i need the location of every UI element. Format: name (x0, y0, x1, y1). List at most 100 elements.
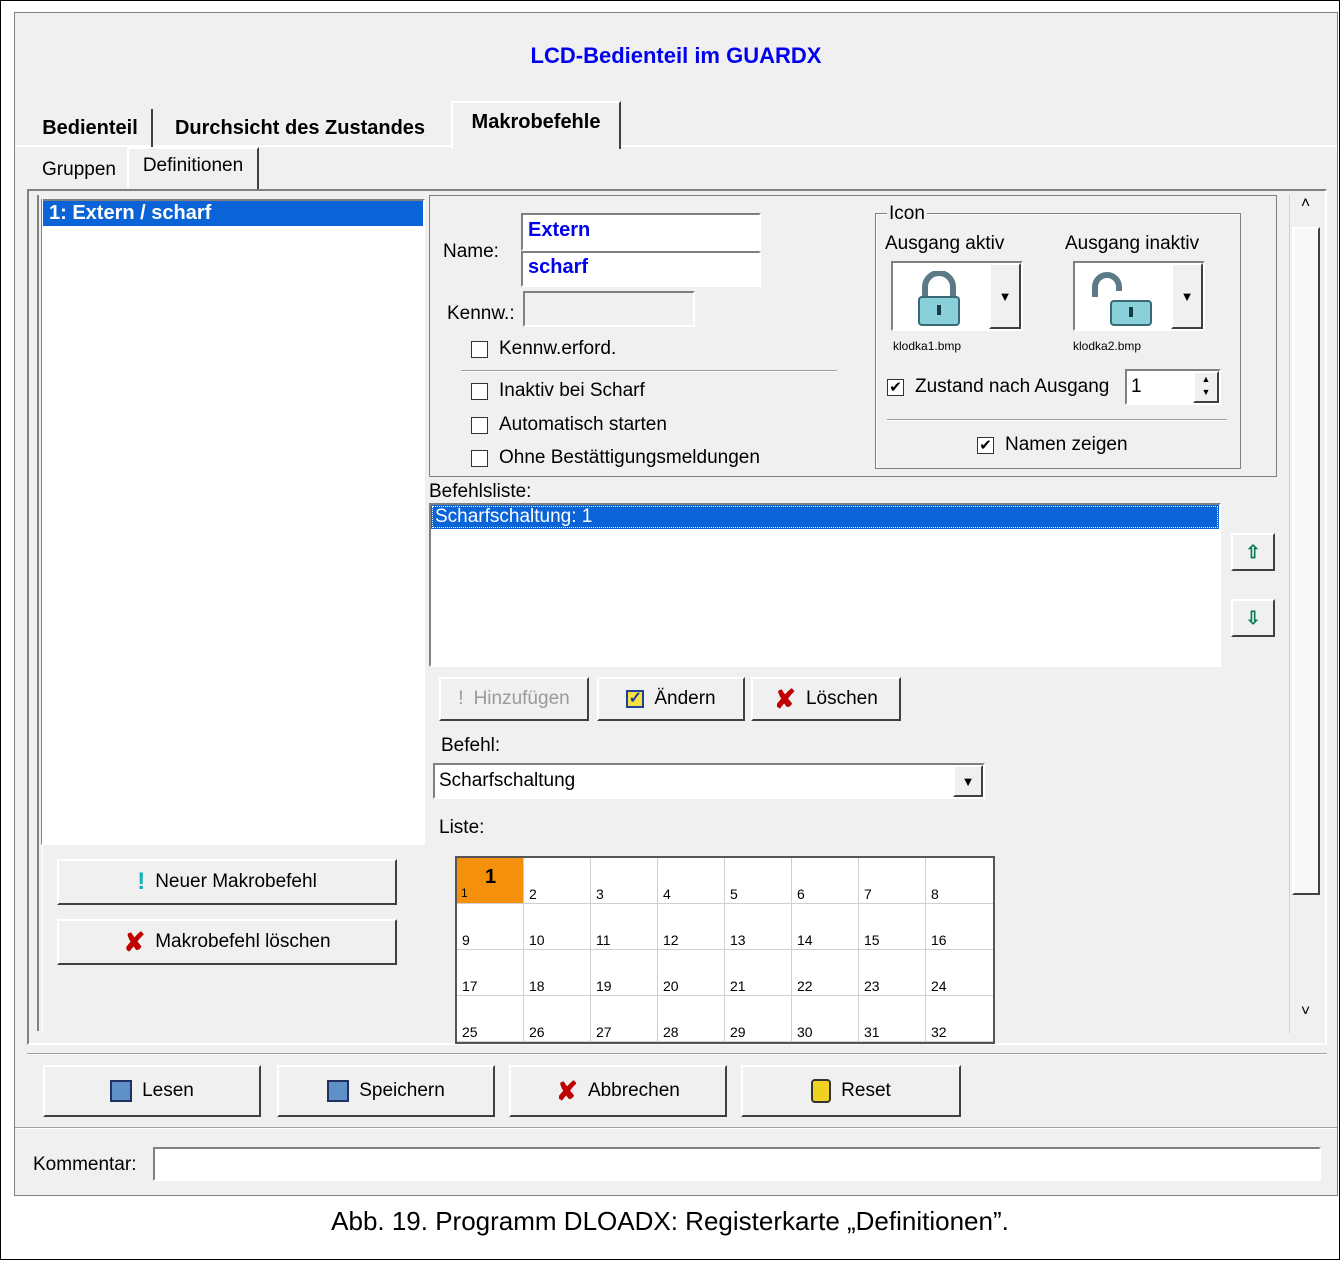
bottom-divider (27, 1053, 1327, 1055)
cancel-x-icon: ✘ (556, 1076, 578, 1106)
liste-cell[interactable]: 31 (859, 996, 926, 1042)
liste-cell[interactable]: 20 (658, 950, 725, 996)
liste-cell[interactable]: 32 (926, 996, 993, 1042)
tab-durchsicht[interactable]: Durchsicht des Zustandes (155, 109, 445, 147)
read-button[interactable]: Lesen (43, 1065, 261, 1117)
liste-cell[interactable]: 15 (859, 904, 926, 950)
liste-cell[interactable]: 22 (792, 950, 859, 996)
checkmark-icon: ✓ (626, 690, 645, 708)
liste-grid[interactable]: 1 1 2 3 4 5 6 7 8 9 10 11 12 13 14 15 16 17 18 19 20 21 22 23 24… (455, 856, 995, 1044)
liste-cell[interactable]: 9 (457, 904, 524, 950)
no-confirm-checkbox[interactable] (471, 450, 488, 467)
icon-group-title: Icon (887, 203, 927, 225)
new-macro-button[interactable]: ! Neuer Makrobefehl (57, 859, 397, 905)
tab-gruppen[interactable]: Gruppen (31, 153, 127, 187)
liste-cell[interactable]: 23 (859, 950, 926, 996)
tab-bedienteil[interactable]: Bedienteil (29, 109, 153, 147)
delete-command-button[interactable]: ✘ Löschen (751, 677, 901, 721)
macro-list-item[interactable]: 1: Extern / scharf (43, 201, 423, 226)
liste-cell[interactable]: 19 (591, 950, 658, 996)
reset-button[interactable]: Reset (741, 1065, 961, 1117)
liste-cell[interactable]: 26 (524, 996, 591, 1042)
inactive-armed-checkbox[interactable] (471, 383, 488, 400)
delete-macro-button[interactable]: ✘ Makrobefehl löschen (57, 919, 397, 965)
liste-cell[interactable]: 2 (524, 858, 591, 904)
change-command-button[interactable]: ✓ Ändern (597, 677, 745, 721)
save-button[interactable]: Speichern (277, 1065, 495, 1117)
output-number-value: 1 (1131, 376, 1142, 397)
liste-cell[interactable]: 24 (926, 950, 993, 996)
scroll-up-icon[interactable]: ˄ (1290, 195, 1321, 225)
form-divider (461, 370, 837, 372)
liste-cell[interactable]: 16 (926, 904, 993, 950)
add-command-button[interactable]: ! Hinzufügen (439, 677, 589, 721)
change-command-label: Ändern (654, 688, 716, 709)
name-line2-field[interactable]: scharf (521, 251, 761, 287)
tab-definitionen[interactable]: Definitionen (127, 147, 259, 189)
command-list-item[interactable]: Scharfschaltung: 1 (431, 505, 1219, 529)
liste-cell[interactable]: 29 (725, 996, 792, 1042)
scrollbar-thumb[interactable] (1292, 227, 1320, 895)
chevron-down-icon[interactable]: ▼ (953, 765, 983, 797)
name-line1-field[interactable]: Extern (521, 213, 761, 251)
liste-cell[interactable]: 5 (725, 858, 792, 904)
liste-cell[interactable]: 30 (792, 996, 859, 1042)
liste-cell[interactable]: 12 (658, 904, 725, 950)
comment-input[interactable] (153, 1147, 1321, 1181)
delete-x-icon: ✘ (123, 927, 146, 957)
move-up-button[interactable]: ⇧ (1231, 533, 1275, 571)
active-icon-combo[interactable]: ▼ (891, 261, 1023, 331)
output-number-spinner[interactable]: 1 ▲ ▼ (1125, 369, 1221, 405)
tab-makrobefehle[interactable]: Makrobefehle (451, 101, 621, 149)
liste-cell[interactable]: 25 (457, 996, 524, 1042)
liste-cell[interactable]: 8 (926, 858, 993, 904)
command-list-label: Befehlsliste: (429, 481, 532, 502)
state-after-output-checkbox[interactable]: ✔ (887, 379, 904, 396)
liste-cell[interactable]: 21 (725, 950, 792, 996)
app-window: LCD-Bedienteil im GUARDX Bedienteil Durc… (14, 12, 1338, 1196)
liste-cell[interactable]: 27 (591, 996, 658, 1042)
calculator-icon (327, 1080, 350, 1102)
liste-cell[interactable]: 6 (792, 858, 859, 904)
password-field[interactable] (523, 291, 695, 327)
password-required-checkbox[interactable] (471, 341, 488, 358)
inactive-armed-label: Inaktiv bei Scharf (499, 380, 645, 401)
exclamation-icon: ! (137, 868, 146, 895)
inactive-icon-filename: klodka2.bmp (1073, 339, 1142, 353)
arrow-up-icon: ⇧ (1245, 541, 1261, 562)
liste-cell[interactable]: 4 (658, 858, 725, 904)
show-names-checkbox[interactable]: ✔ (977, 437, 994, 454)
save-label: Speichern (359, 1080, 445, 1101)
scroll-down-icon[interactable]: ˅ (1290, 1003, 1321, 1033)
liste-cell[interactable]: 11 (591, 904, 658, 950)
comment-divider (15, 1127, 1337, 1129)
command-select[interactable]: Scharfschaltung ▼ (433, 763, 985, 799)
autostart-label: Automatisch starten (499, 414, 667, 435)
active-icon-dropdown-arrow[interactable]: ▼ (989, 263, 1021, 329)
vertical-scrollbar[interactable]: ˄ ˅ (1289, 195, 1321, 1033)
reset-label: Reset (841, 1080, 891, 1101)
move-down-button[interactable]: ⇩ (1231, 599, 1275, 637)
liste-cell[interactable]: 11 (457, 858, 524, 904)
command-list[interactable]: Scharfschaltung: 1 (429, 503, 1221, 667)
autostart-checkbox[interactable] (471, 417, 488, 434)
lock-open-icon (1087, 271, 1157, 333)
spinner-arrows-icon[interactable]: ▲ ▼ (1193, 371, 1219, 403)
cancel-button[interactable]: ✘ Abbrechen (509, 1065, 727, 1117)
reset-icon (811, 1079, 832, 1103)
liste-cell[interactable]: 14 (792, 904, 859, 950)
liste-cell[interactable]: 28 (658, 996, 725, 1042)
inactive-icon-dropdown-arrow[interactable]: ▼ (1171, 263, 1203, 329)
delete-macro-label: Makrobefehl löschen (155, 931, 331, 952)
arrow-down-icon: ⇩ (1245, 607, 1261, 628)
macro-list[interactable]: 1: Extern / scharf (41, 199, 425, 845)
liste-cell[interactable]: 17 (457, 950, 524, 996)
liste-cell[interactable]: 10 (524, 904, 591, 950)
liste-cell[interactable]: 18 (524, 950, 591, 996)
liste-cell[interactable]: 7 (859, 858, 926, 904)
output-active-label: Ausgang aktiv (885, 233, 1005, 254)
figure-caption: Abb. 19. Programm DLOADX: Registerkarte … (331, 1206, 1009, 1236)
liste-cell[interactable]: 3 (591, 858, 658, 904)
inactive-icon-combo[interactable]: ▼ (1073, 261, 1205, 331)
liste-cell[interactable]: 13 (725, 904, 792, 950)
